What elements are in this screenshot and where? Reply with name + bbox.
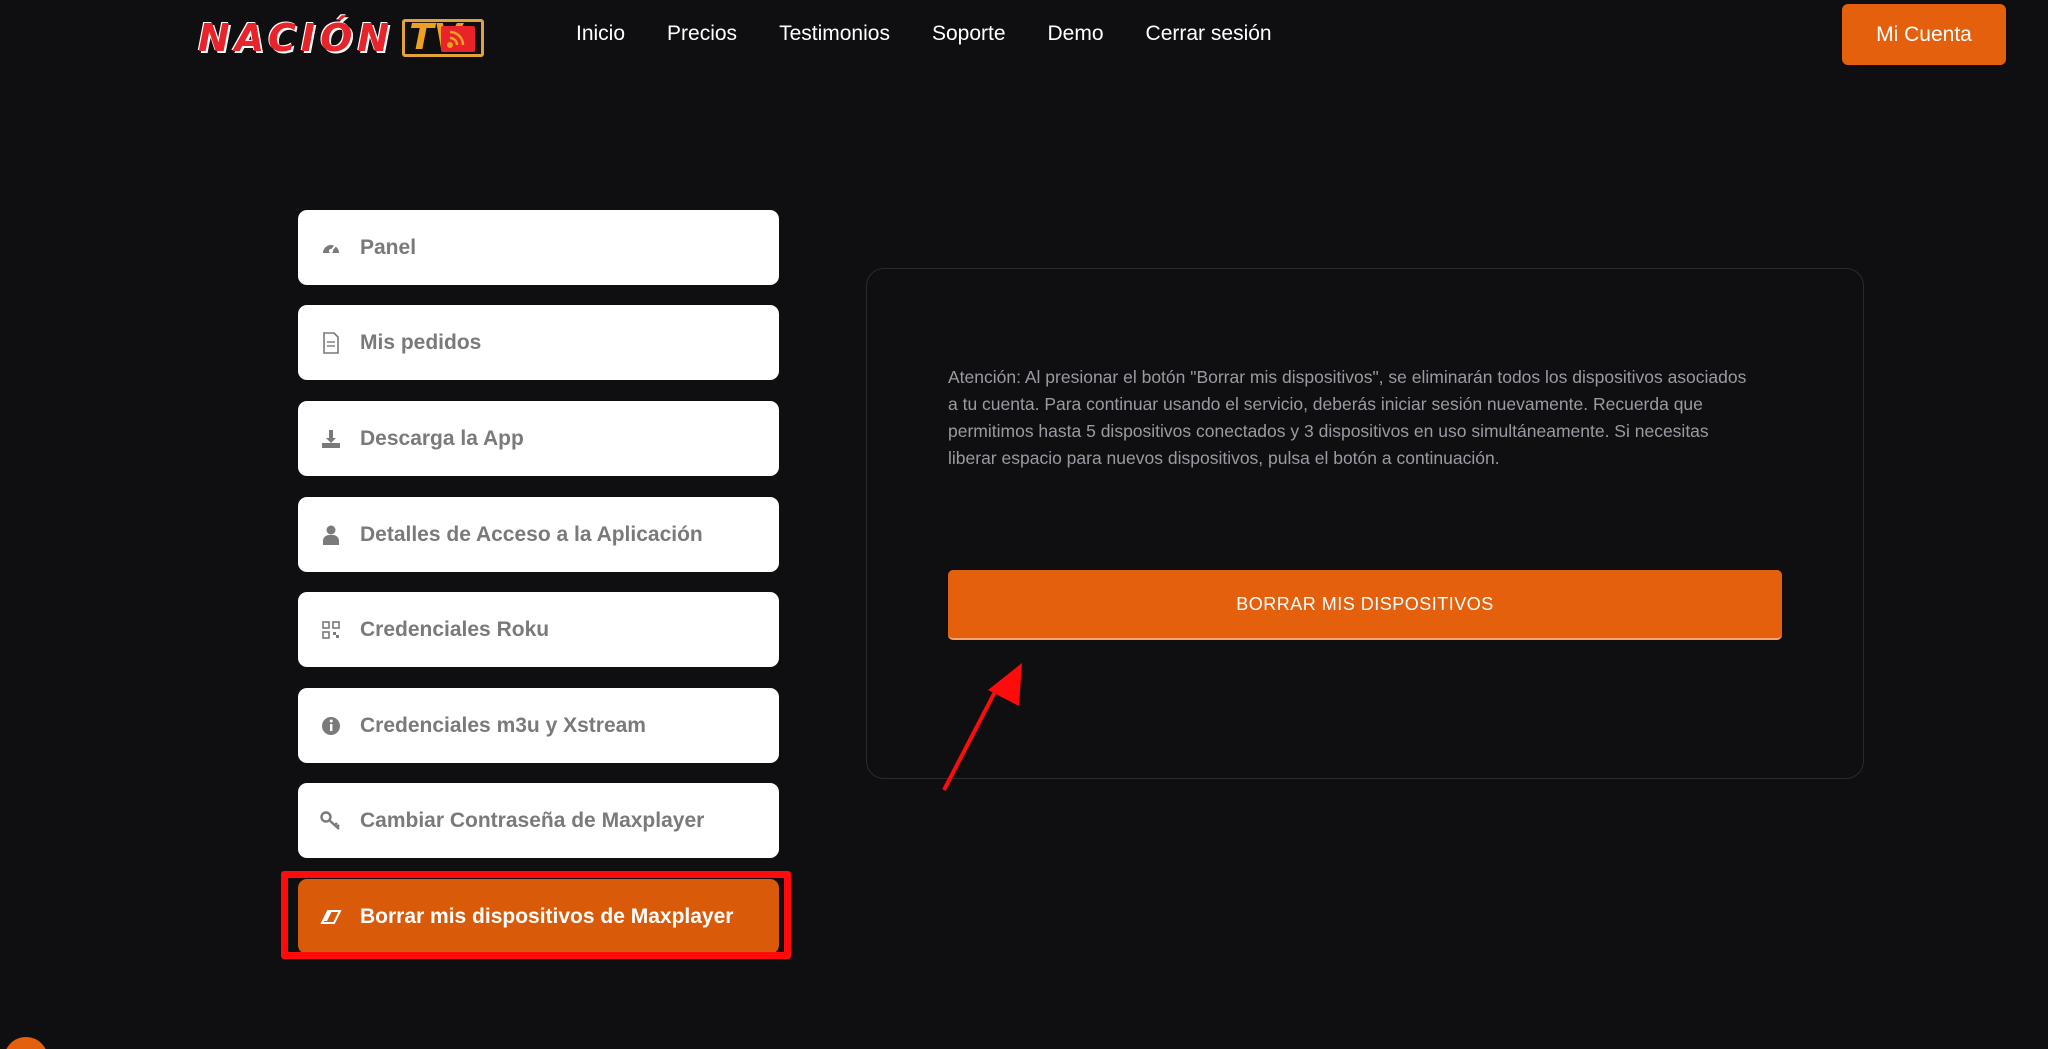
site-logo[interactable]: NACIÓN TV — [198, 16, 484, 60]
sidebar-item-borrar-dispositivos[interactable]: Borrar mis dispositivos de Maxplayer — [298, 879, 779, 954]
chat-bubble-icon[interactable] — [4, 1037, 48, 1049]
logo-text: NACIÓN — [198, 16, 395, 60]
nav-precios[interactable]: Precios — [667, 22, 737, 46]
my-account-button[interactable]: Mi Cuenta — [1842, 4, 2006, 65]
sidebar-item-label: Borrar mis dispositivos de Maxplayer — [360, 904, 734, 928]
sidebar-item-detalles-acceso[interactable]: Detalles de Acceso a la Aplicación — [298, 497, 779, 572]
sidebar-item-panel[interactable]: Panel — [298, 210, 779, 285]
nav-demo[interactable]: Demo — [1048, 22, 1104, 46]
download-icon — [320, 428, 342, 450]
user-icon — [320, 524, 342, 546]
sidebar-item-label: Mis pedidos — [360, 330, 482, 354]
sidebar-item-credenciales-roku[interactable]: Credenciales Roku — [298, 592, 779, 667]
sidebar-item-mis-pedidos[interactable]: Mis pedidos — [298, 305, 779, 380]
sidebar-item-credenciales-m3u[interactable]: Credenciales m3u y Xstream — [298, 688, 779, 763]
nav-inicio[interactable]: Inicio — [576, 22, 625, 46]
sidebar-item-label: Cambiar Contraseña de Maxplayer — [360, 808, 705, 832]
delete-devices-notice: Atención: Al presionar el botón "Borrar … — [948, 367, 1747, 468]
main-nav: Inicio Precios Testimonios Soporte Demo … — [576, 22, 1314, 46]
sidebar-item-descarga-app[interactable]: Descarga la App — [298, 401, 779, 476]
eraser-icon — [320, 906, 342, 928]
sidebar-item-cambiar-contrasena[interactable]: Cambiar Contraseña de Maxplayer — [298, 783, 779, 858]
annotation-arrow-icon — [942, 663, 1022, 791]
document-icon — [320, 331, 342, 354]
dashboard-icon — [320, 237, 342, 259]
sidebar-item-label: Panel — [360, 235, 417, 259]
delete-devices-button[interactable]: BORRAR MIS DISPOSITIVOS — [948, 570, 1782, 640]
sidebar-item-label: Detalles de Acceso a la Aplicación — [360, 522, 703, 546]
site-header: NACIÓN TV Inicio Precios Testimonios Sop… — [0, 0, 2048, 72]
key-icon — [320, 810, 342, 832]
nav-testimonios[interactable]: Testimonios — [779, 22, 890, 46]
page: NACIÓN TV Inicio Precios Testimonios Sop… — [0, 0, 2048, 1049]
qr-code-icon — [320, 619, 342, 641]
broadcast-icon — [441, 26, 475, 52]
tv-logo-icon: TV — [402, 19, 484, 57]
info-icon — [320, 715, 342, 737]
nav-cerrar-sesion[interactable]: Cerrar sesión — [1146, 22, 1272, 46]
sidebar-item-label: Credenciales Roku — [360, 617, 550, 641]
nav-soporte[interactable]: Soporte — [932, 22, 1006, 46]
sidebar-item-label: Credenciales m3u y Xstream — [360, 713, 646, 737]
sidebar-item-label: Descarga la App — [360, 426, 524, 450]
